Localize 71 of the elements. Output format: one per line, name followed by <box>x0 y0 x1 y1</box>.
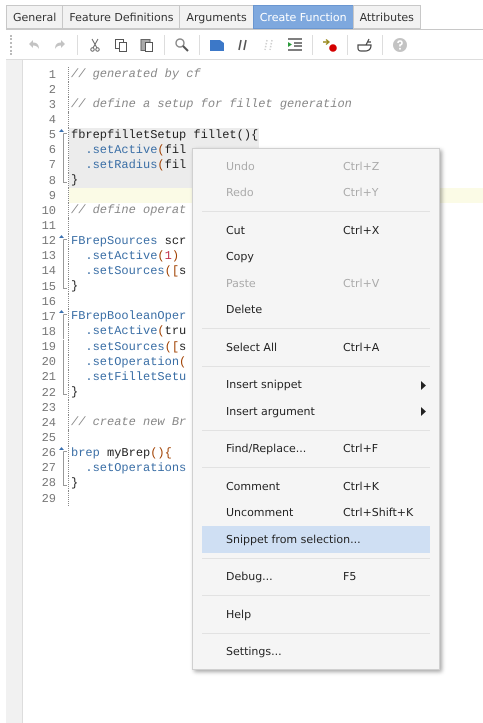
line-number: 12 <box>42 234 56 248</box>
menu-item[interactable]: Find/Replace... Ctrl+F <box>202 436 430 462</box>
menu-item[interactable]: Insert argument <box>202 398 430 424</box>
code-line: // define a setup for fillet generation <box>71 97 352 112</box>
menu-item[interactable]: Comment Ctrl+K <box>202 473 430 500</box>
menu-item[interactable]: Snippet from selection... <box>202 526 430 552</box>
tab[interactable]: General <box>6 5 62 29</box>
line-number: 10 <box>42 204 56 218</box>
line-number: 22 <box>42 386 56 400</box>
line-number: 11 <box>42 218 56 233</box>
menu-item[interactable]: Help <box>202 601 430 628</box>
code-line: .setOperation( <box>84 354 186 370</box>
line-number: 17 <box>42 310 56 324</box>
fold-marker-icon[interactable] <box>58 128 68 143</box>
menu-item[interactable]: Debug... F5 <box>202 564 430 590</box>
menu-item[interactable]: Copy <box>202 244 430 270</box>
code-line: } <box>71 172 78 188</box>
line-number: 5 <box>48 128 56 142</box>
line-number: 3 <box>48 98 56 112</box>
code-line: } <box>71 384 78 400</box>
code-line: // create new Br <box>71 415 186 430</box>
menu-item[interactable]: Cut Ctrl+X <box>202 217 430 244</box>
menu-item[interactable]: Uncomment Ctrl+Shift+K <box>202 500 430 526</box>
code-line: .setActive(tru <box>84 324 186 340</box>
line-number: 21 <box>42 370 56 384</box>
line-number: 26 <box>42 446 56 460</box>
line-number: 7 <box>48 158 56 172</box>
code-line: .setOperations <box>84 460 186 476</box>
line-number: 20 <box>42 355 56 370</box>
code-line: } <box>71 278 78 294</box>
line-number: 2 <box>48 82 56 97</box>
menu-item[interactable]: Delete <box>202 296 430 323</box>
line-number: 27 <box>42 461 56 476</box>
menu-item[interactable]: Select All Ctrl+A <box>202 334 430 360</box>
line-number: 19 <box>42 340 56 354</box>
code-line: .setActive(fil <box>84 142 186 158</box>
fold-marker-icon[interactable] <box>58 309 68 324</box>
code-line: .setSources([s <box>84 264 186 279</box>
line-number: 18 <box>42 324 56 339</box>
line-number: 13 <box>42 249 56 264</box>
line-number: 14 <box>42 264 56 278</box>
code-line: .setRadius(fil <box>84 158 186 173</box>
code-line: .setActive(1) <box>84 248 180 264</box>
fold-marker-icon[interactable] <box>58 234 68 249</box>
code-line: } <box>71 476 78 491</box>
menu-item[interactable]: Insert snippet <box>202 372 430 398</box>
line-number: 29 <box>42 492 56 506</box>
line-number: 23 <box>42 400 56 415</box>
code-line: fbrepfilletSetup fillet(){ <box>71 128 258 143</box>
code-line: .setFilletSetu <box>84 370 186 385</box>
code-line: brep myBrep(){ <box>71 446 172 461</box>
line-number: 28 <box>42 476 56 490</box>
code-line: // define operat <box>71 203 186 218</box>
line-number: 9 <box>48 188 56 203</box>
line-number: 15 <box>42 280 56 294</box>
line-number: 16 <box>42 294 56 309</box>
line-number: 8 <box>48 174 56 188</box>
line-number: 6 <box>48 143 56 158</box>
line-number: 25 <box>42 430 56 445</box>
line-number: 24 <box>42 416 56 430</box>
code-line: FBrepSources scr <box>71 234 186 249</box>
tab[interactable]: Feature Definitions <box>62 5 180 29</box>
line-number: 1 <box>48 68 56 82</box>
menu-item[interactable]: Settings... <box>202 638 430 665</box>
line-number: 4 <box>48 112 56 127</box>
code-line: // generated by cf <box>71 67 201 82</box>
fold-marker-icon[interactable] <box>58 446 68 461</box>
code-line: FBrepBooleanOper <box>71 309 186 324</box>
code-line: .setSources([s <box>84 340 186 355</box>
tab[interactable]: Attributes <box>352 5 421 29</box>
tab[interactable]: Arguments <box>179 5 253 29</box>
